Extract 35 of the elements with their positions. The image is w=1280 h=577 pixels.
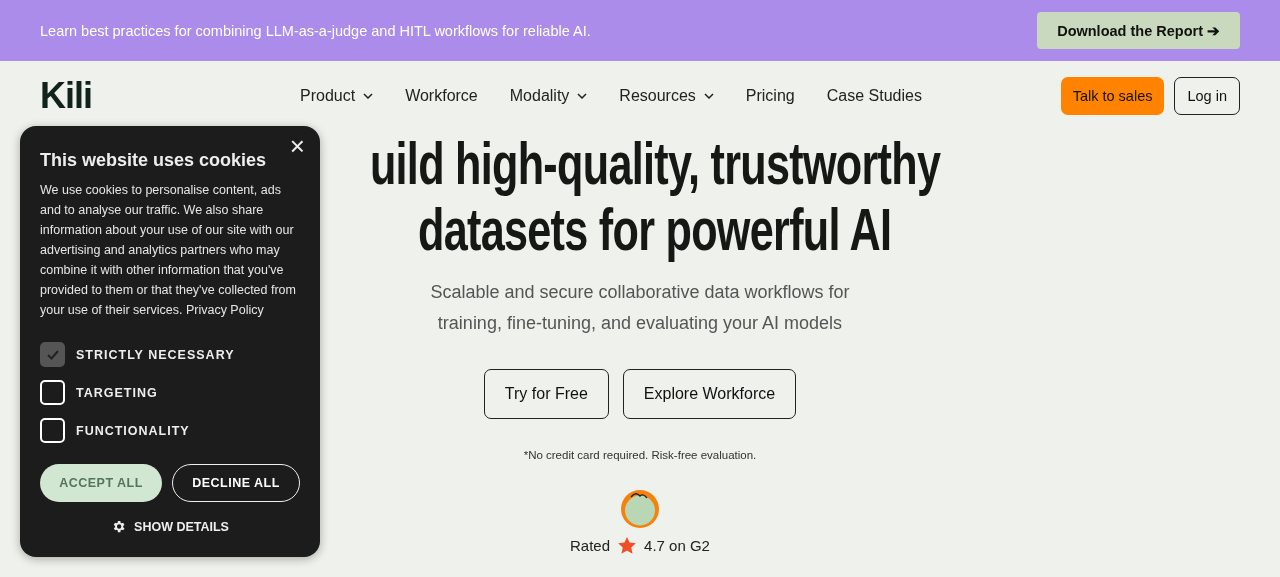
disclaimer-note: *No credit card required. Risk-free evaluation.: [523, 449, 757, 461]
download-report-button[interactable]: Download the Report ➔: [1037, 12, 1240, 49]
checkbox[interactable]: [40, 380, 65, 405]
nav-link[interactable]: Workforce: [395, 87, 488, 105]
talk-to-sales-button[interactable]: Talk to sales: [1060, 77, 1165, 115]
gear-icon: [111, 519, 127, 534]
privacy-policy-link[interactable]: Privacy Policy: [185, 303, 264, 317]
hero-button[interactable]: Explore Workforce: [622, 369, 797, 419]
checkbox[interactable]: [40, 418, 65, 443]
logo[interactable]: Kili: [40, 75, 290, 117]
nav-link[interactable]: Product: [290, 87, 384, 105]
rating-value: 4.7 on G2: [644, 537, 710, 554]
option-label: STRICTLY NECESSARY: [76, 347, 235, 362]
accept-all-button[interactable]: ACCEPT ALL: [40, 464, 162, 502]
star-icon: [618, 537, 637, 554]
nav-link[interactable]: Pricing: [735, 87, 805, 105]
hero-subtitle: training, fine-tuning, and evaluating your AI models: [437, 312, 843, 335]
nav-link[interactable]: Resources: [609, 87, 724, 105]
option-label: FUNCTIONALITY: [76, 423, 190, 438]
nav-link[interactable]: Case Studies: [816, 87, 932, 105]
dialog-title: This website uses cookies: [40, 150, 268, 171]
avatar-icon: [620, 489, 660, 529]
show-details-button[interactable]: SHOW DETAILS: [105, 518, 235, 535]
check-icon: [46, 349, 59, 360]
close-button[interactable]: ×: [286, 132, 308, 160]
nav-link[interactable]: Modality: [499, 87, 598, 105]
login-button[interactable]: Log in: [1174, 77, 1240, 115]
cookie-description: We use cookies to personalise content, ads and to analyse our traffic. We also share information about your use of our site with our advertising and analytics partners who may combine it with other information that you've provided to them or that they've collected from your use of their services. Privacy Policy: [40, 182, 297, 319]
hero-title: datasets for powerful AI: [418, 197, 892, 263]
option-label: TARGETING: [76, 385, 158, 400]
hero-title: uild high-quality, trustworthy: [369, 131, 941, 197]
hero-button[interactable]: Try for Free: [483, 369, 609, 419]
hero-subtitle: Scalable and secure collaborative data workflows for: [430, 281, 850, 304]
rating-label: Rated: [570, 537, 611, 554]
banner-text: Learn best practices for combining LLM-as-a-judge and HITL workflows for reliable AI.: [40, 22, 591, 39]
